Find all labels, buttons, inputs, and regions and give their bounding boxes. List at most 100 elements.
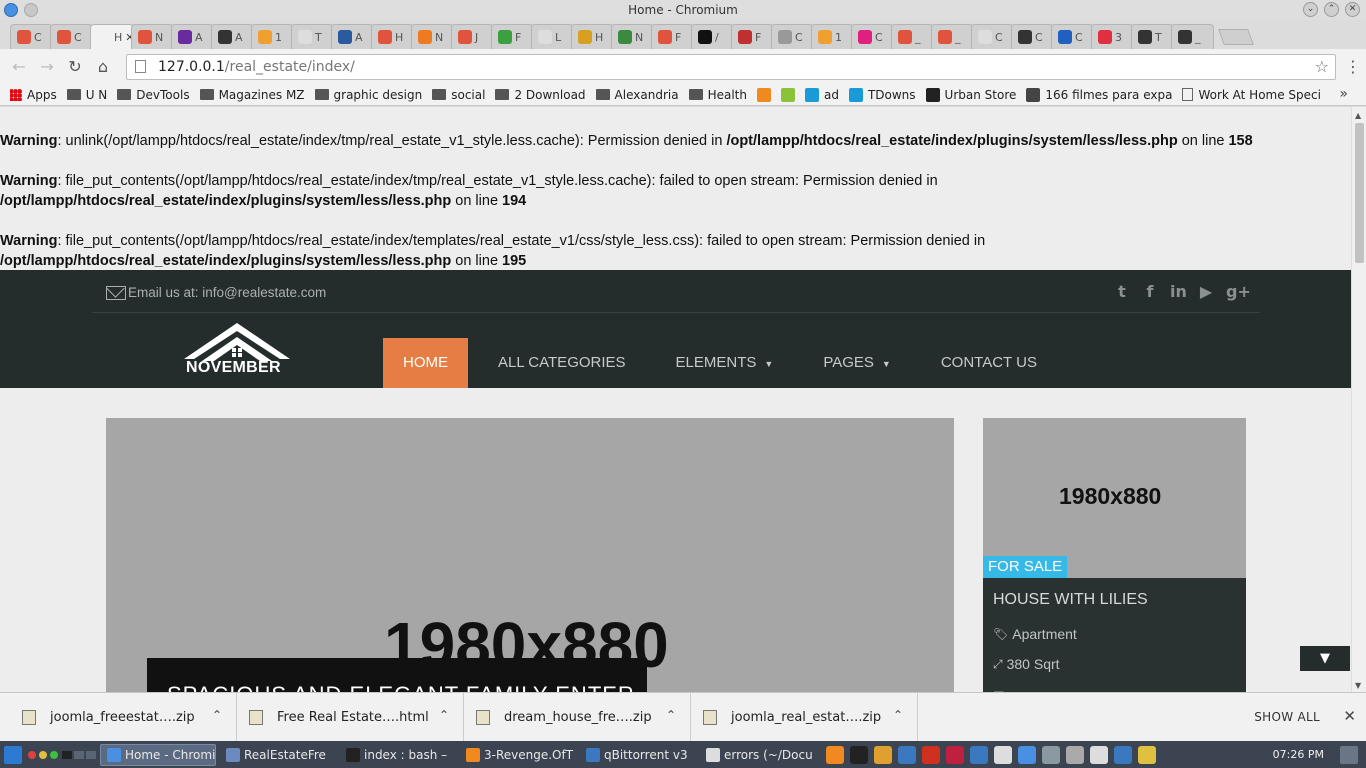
bookmark-item[interactable]: graphic design — [314, 88, 422, 102]
property-card[interactable]: 1980x880 FOR SALE HOUSE WITH LILIES 🏷 Ap… — [983, 418, 1246, 692]
browser-tab[interactable]: H — [571, 24, 614, 49]
tray-app-icon[interactable] — [994, 745, 1012, 764]
bookmark-item[interactable]: social — [432, 88, 485, 102]
close-downloads-bar-button[interactable]: ✕ — [1343, 707, 1356, 725]
browser-tab[interactable]: A — [211, 24, 254, 49]
bookmark-item[interactable]: Apps — [10, 88, 57, 102]
clock[interactable]: 07:26 PM — [1273, 748, 1324, 761]
nav-item[interactable]: HOME — [383, 338, 468, 388]
browser-tab[interactable]: N — [131, 24, 174, 49]
tray-app-icon[interactable] — [1090, 745, 1108, 764]
tray-app-icon[interactable] — [946, 745, 964, 764]
browser-tab[interactable]: H ✕ — [90, 24, 134, 49]
scroll-up-arrow-icon[interactable]: ▲ — [1355, 111, 1361, 120]
nav-item[interactable]: ELEMENTS ▼ — [656, 338, 794, 388]
bookmark-item[interactable]: Magazines MZ — [199, 88, 305, 102]
bookmark-item[interactable]: TDowns — [848, 87, 916, 102]
browser-tab[interactable]: 3 — [1091, 24, 1134, 49]
app-launcher-icon[interactable] — [4, 745, 22, 764]
chevron-up-icon[interactable]: ⌃ — [439, 708, 449, 722]
hero-slider[interactable]: 1980x880 SPACIOUS AND ELEGANT FAMILY ENT… — [106, 418, 954, 692]
scrollbar-thumb[interactable] — [1355, 123, 1364, 263]
download-item[interactable]: joomla_real_estat….zip ⌃ — [691, 692, 918, 742]
browser-tab[interactable]: C — [10, 24, 53, 49]
browser-tab[interactable]: C — [971, 24, 1014, 49]
browser-tab[interactable]: _ — [931, 24, 974, 49]
scroll-down-arrow-icon[interactable]: ▼ — [1355, 681, 1361, 690]
browser-tab[interactable]: 1 — [251, 24, 294, 49]
taskbar-task[interactable]: 3-Revenge.OfT — [460, 744, 576, 766]
bookmark-item[interactable]: ad — [804, 87, 839, 102]
nav-item[interactable]: ALL CATEGORIES — [478, 338, 646, 388]
forward-button[interactable]: → — [36, 56, 58, 78]
reload-button[interactable]: ↻ — [64, 56, 86, 78]
browser-tab[interactable]: J — [451, 24, 494, 49]
bookmark-item[interactable]: U N — [66, 88, 107, 102]
browser-tab[interactable]: C — [851, 24, 894, 49]
taskbar-task[interactable]: RealEstateFre — [220, 744, 336, 766]
address-bar[interactable]: 127.0.0.1/real_estate/index/ ☆ — [126, 53, 1336, 80]
desktop-pager[interactable] — [62, 750, 96, 759]
property-title[interactable]: HOUSE WITH LILIES — [993, 591, 1148, 609]
browser-menu-button[interactable]: ⋮ — [1342, 57, 1364, 76]
browser-tab[interactable]: / — [691, 24, 734, 49]
minimize-button[interactable]: ⌄ — [1303, 2, 1318, 17]
tray-app-icon[interactable] — [1042, 745, 1060, 764]
tray-app-icon[interactable] — [850, 745, 868, 764]
browser-tab[interactable]: F — [731, 24, 774, 49]
google-plus-icon[interactable]: g+ — [1226, 282, 1251, 301]
tray-app-icon[interactable] — [826, 745, 844, 764]
browser-tab[interactable]: A — [331, 24, 374, 49]
bookmark-item[interactable]: Health — [688, 88, 747, 102]
chevron-up-icon[interactable]: ⌃ — [666, 708, 676, 722]
browser-tab[interactable]: N — [611, 24, 654, 49]
home-button[interactable]: ⌂ — [92, 56, 114, 78]
maximize-button[interactable]: ⌃ — [1324, 2, 1339, 17]
window-menu[interactable] — [4, 3, 38, 17]
bookmark-item[interactable]: Work At Home Speci — [1182, 88, 1321, 102]
tray-app-icon[interactable] — [1018, 745, 1036, 764]
bookmark-item[interactable]: 2 Download — [495, 88, 586, 102]
bookmark-item[interactable]: Alexandria — [595, 88, 679, 102]
bookmark-item[interactable]: DevTools — [117, 88, 190, 102]
tray-app-icon[interactable] — [922, 745, 940, 764]
browser-tab[interactable]: C — [1051, 24, 1094, 49]
tray-app-icon[interactable] — [1138, 745, 1156, 764]
taskbar-task[interactable]: qBittorrent v3 — [580, 744, 696, 766]
bookmark-item[interactable] — [780, 87, 795, 102]
browser-tab[interactable]: 1 — [811, 24, 854, 49]
twitter-icon[interactable]: t — [1114, 282, 1130, 301]
browser-tab[interactable]: N — [411, 24, 454, 49]
browser-tab[interactable]: L — [531, 24, 574, 49]
browser-tab[interactable]: C — [771, 24, 814, 49]
chevron-up-icon[interactable]: ⌃ — [212, 708, 222, 722]
download-item[interactable]: joomla_freeestat….zip ⌃ — [10, 692, 237, 742]
youtube-icon[interactable]: ▶ — [1198, 282, 1214, 301]
linkedin-icon[interactable]: in — [1170, 282, 1187, 301]
browser-tab[interactable]: F — [651, 24, 694, 49]
nav-item[interactable]: PAGES ▼ — [803, 338, 911, 388]
power-icon[interactable] — [1340, 746, 1358, 764]
scroll-down-button[interactable]: ▼ — [1300, 646, 1350, 671]
back-button[interactable]: ← — [8, 56, 30, 78]
contact-email[interactable]: Email us at: info@realestate.com — [106, 285, 326, 300]
tray-app-icon[interactable] — [898, 745, 916, 764]
close-window-button[interactable]: ✕ — [1345, 2, 1360, 17]
tray-app-icon[interactable] — [874, 745, 892, 764]
chevron-up-icon[interactable]: ⌃ — [893, 708, 903, 722]
taskbar-task[interactable]: errors (~/Docu — [700, 744, 816, 766]
browser-tab[interactable]: H — [371, 24, 414, 49]
taskbar-task[interactable]: Home - Chromi — [100, 743, 216, 766]
tray-app-icon[interactable] — [1066, 745, 1084, 764]
tray-app-icon[interactable] — [970, 745, 988, 764]
page-scrollbar[interactable]: ▲ ▼ — [1351, 107, 1366, 692]
download-item[interactable]: dream_house_fre….zip ⌃ — [464, 692, 691, 742]
download-item[interactable]: Free Real Estate….html ⌃ — [237, 692, 464, 742]
show-all-downloads-button[interactable]: SHOW ALL — [1254, 710, 1320, 724]
property-image[interactable]: 1980x880 — [983, 418, 1246, 578]
site-logo[interactable]: NOVEMBER — [182, 321, 292, 379]
browser-tab[interactable]: T — [1131, 24, 1174, 49]
desktop-1[interactable] — [62, 750, 72, 759]
browser-tab[interactable]: _ — [891, 24, 934, 49]
bookmarks-overflow-button[interactable]: » — [1339, 86, 1348, 102]
